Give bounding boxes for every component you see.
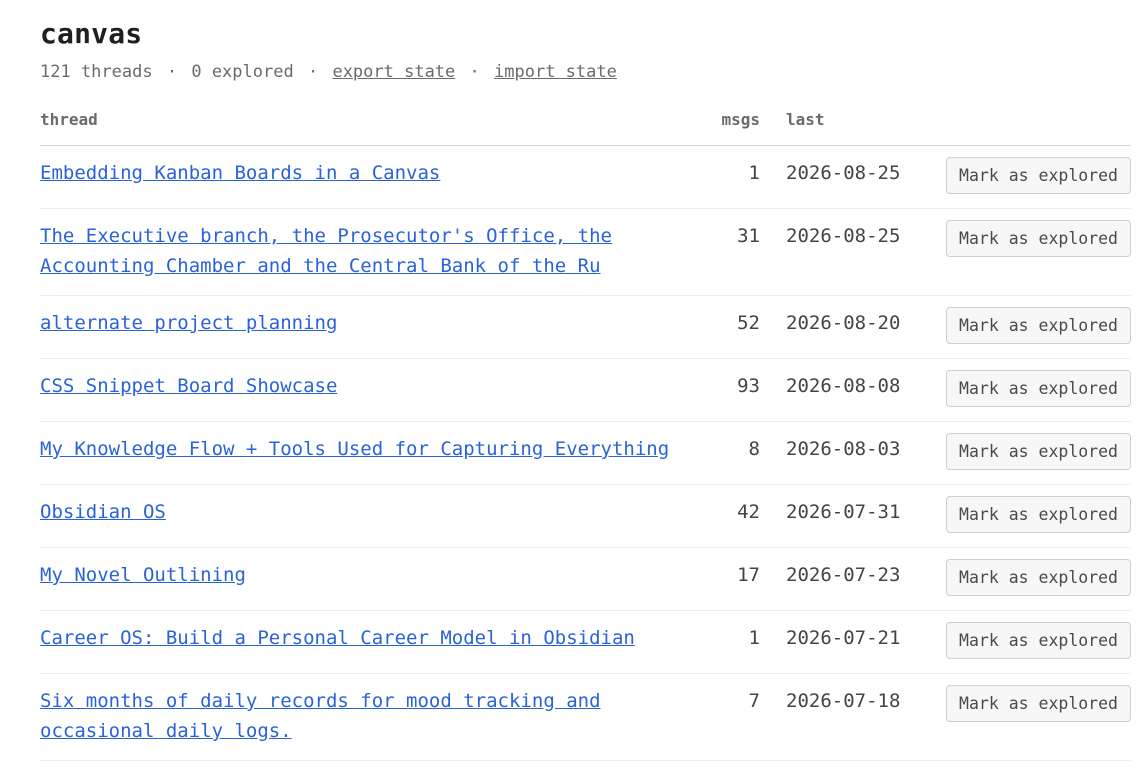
column-header-msgs: msgs — [700, 110, 760, 146]
mark-explored-button[interactable]: Mark as explored — [946, 496, 1131, 533]
thread-msgs: 31 — [700, 208, 760, 296]
thread-msgs: 7 — [700, 673, 760, 761]
thread-link[interactable]: Career OS: Build a Personal Career Model… — [40, 623, 700, 653]
thread-last: 2026-07-23 — [760, 547, 910, 611]
thread-msgs: 1 — [700, 145, 760, 209]
meta-separator: · — [469, 62, 480, 82]
table-row: My Knowledge Flow + Tools Used for Captu… — [40, 421, 1131, 485]
column-header-action — [910, 110, 1131, 146]
column-header-thread: thread — [40, 110, 700, 146]
thread-link[interactable]: My Novel Outlining — [40, 560, 700, 590]
mark-explored-button[interactable]: Mark as explored — [946, 622, 1131, 659]
threads-count: 121 threads — [40, 62, 153, 82]
mark-explored-button[interactable]: Mark as explored — [946, 220, 1131, 257]
mark-explored-button[interactable]: Mark as explored — [946, 307, 1131, 344]
thread-last: 2026-08-20 — [760, 295, 910, 359]
thread-link[interactable]: Embedding Kanban Boards in a Canvas — [40, 158, 700, 188]
page: canvas 121 threads · 0 explored · export… — [0, 0, 1131, 761]
import-state-link[interactable]: import state — [494, 62, 617, 82]
thread-last: 2026-07-31 — [760, 484, 910, 548]
thread-last: 2026-07-21 — [760, 610, 910, 674]
thread-msgs: 52 — [700, 295, 760, 359]
thread-last: 2026-08-25 — [760, 208, 910, 296]
thread-link[interactable]: alternate project planning — [40, 308, 700, 338]
mark-explored-button[interactable]: Mark as explored — [946, 370, 1131, 407]
thread-msgs: 8 — [700, 421, 760, 485]
export-state-link[interactable]: export state — [332, 62, 455, 82]
page-meta: 121 threads · 0 explored · export state … — [40, 62, 1131, 82]
table-row: Six months of daily records for mood tra… — [40, 673, 1131, 761]
table-row: Career OS: Build a Personal Career Model… — [40, 610, 1131, 674]
table-row: The Executive branch, the Prosecutor's O… — [40, 208, 1131, 296]
meta-separator: · — [166, 62, 178, 82]
thread-link[interactable]: Six months of daily records for mood tra… — [40, 686, 700, 746]
thread-last: 2026-08-08 — [760, 358, 910, 422]
table-header-row: thread msgs last — [40, 110, 1131, 146]
thread-msgs: 93 — [700, 358, 760, 422]
page-title: canvas — [40, 17, 143, 50]
thread-msgs: 1 — [700, 610, 760, 674]
thread-msgs: 42 — [700, 484, 760, 548]
table-row: CSS Snippet Board Showcase 93 2026-08-08… — [40, 358, 1131, 422]
mark-explored-button[interactable]: Mark as explored — [946, 685, 1131, 722]
thread-last: 2026-07-18 — [760, 673, 910, 761]
mark-explored-button[interactable]: Mark as explored — [946, 157, 1131, 194]
meta-separator: · — [307, 62, 319, 82]
thread-msgs: 17 — [700, 547, 760, 611]
thread-last: 2026-08-25 — [760, 145, 910, 209]
explored-count: 0 explored — [191, 62, 294, 82]
thread-link[interactable]: My Knowledge Flow + Tools Used for Captu… — [40, 434, 700, 464]
column-header-last: last — [760, 110, 910, 146]
thread-link[interactable]: Obsidian OS — [40, 497, 700, 527]
mark-explored-button[interactable]: Mark as explored — [946, 433, 1131, 470]
mark-explored-button[interactable]: Mark as explored — [946, 559, 1131, 596]
thread-link[interactable]: CSS Snippet Board Showcase — [40, 371, 700, 401]
table-row: Embedding Kanban Boards in a Canvas 1 20… — [40, 145, 1131, 209]
threads-table: thread msgs last Embedding Kanban Boards… — [40, 110, 1131, 761]
table-row: My Novel Outlining 17 2026-07-23 Mark as… — [40, 547, 1131, 611]
table-row: alternate project planning 52 2026-08-20… — [40, 295, 1131, 359]
thread-link[interactable]: The Executive branch, the Prosecutor's O… — [40, 221, 700, 281]
table-row: Obsidian OS 42 2026-07-31 Mark as explor… — [40, 484, 1131, 548]
thread-last: 2026-08-03 — [760, 421, 910, 485]
